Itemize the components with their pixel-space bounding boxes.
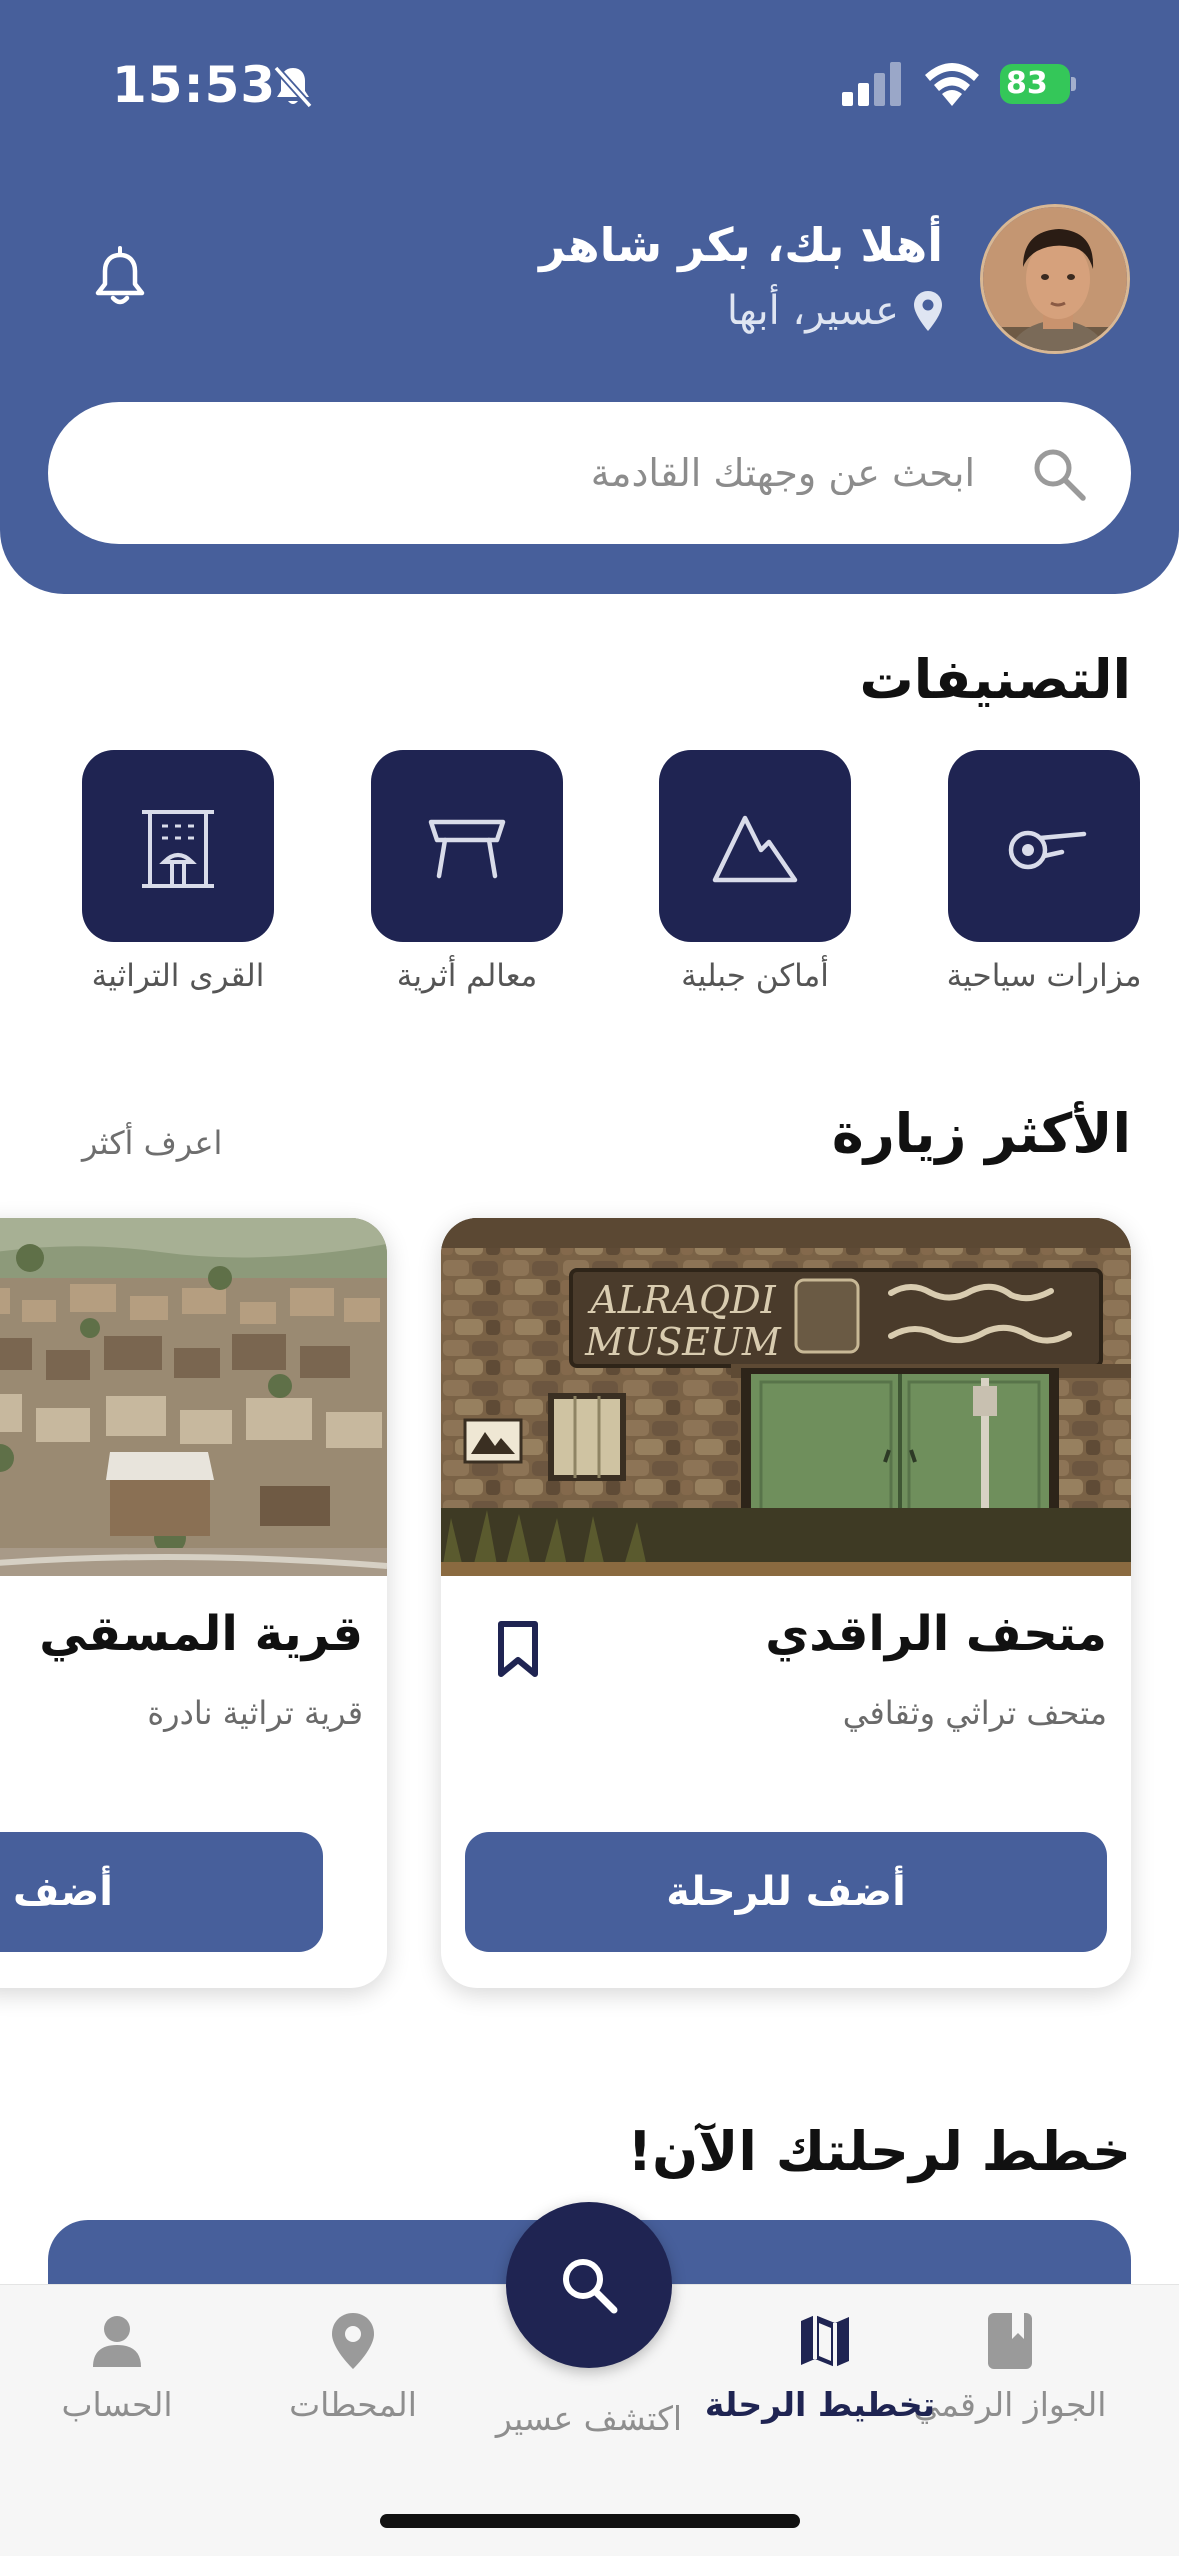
learn-more-link[interactable]: اعرف أكثر bbox=[82, 1124, 222, 1162]
tab-trip-planning[interactable]: تخطيط الرحلة bbox=[704, 2311, 935, 2424]
category-mountains[interactable] bbox=[659, 750, 851, 942]
cellular-signal-icon bbox=[842, 62, 901, 106]
search-icon bbox=[563, 2259, 618, 2314]
most-visited-title: الأكثر زيارة bbox=[831, 1102, 1131, 1165]
notification-bell-icon[interactable] bbox=[92, 246, 148, 308]
place-card[interactable]: قرية المسقي قرية تراثية نادرة أضف للرحلة bbox=[0, 1218, 387, 1988]
category-label: معالم أثرية bbox=[396, 958, 538, 994]
place-card[interactable]: ALRAQDI MUSEUM متحف الراقدي متحف تراثي و… bbox=[441, 1218, 1131, 1988]
place-image bbox=[0, 1218, 387, 1576]
tab-label: تخطيط الرحلة bbox=[704, 2385, 935, 2424]
discover-search-button[interactable] bbox=[506, 2202, 672, 2368]
category-heritage-villages[interactable] bbox=[82, 750, 274, 942]
add-to-trip-button[interactable]: أضف للرحلة bbox=[465, 1832, 1107, 1952]
tab-label: الحساب bbox=[61, 2385, 173, 2424]
tab-label: اكتشف عسير bbox=[495, 2399, 683, 2438]
bookmark-icon[interactable] bbox=[495, 1620, 541, 1680]
battery-cap bbox=[1071, 77, 1076, 91]
avatar[interactable] bbox=[980, 204, 1130, 354]
place-subtitle: قرية تراثية نادرة bbox=[147, 1694, 363, 1732]
silent-mode-icon bbox=[273, 65, 313, 109]
person-icon bbox=[93, 2316, 141, 2367]
heritage-village-icon bbox=[142, 810, 214, 888]
category-landmarks[interactable] bbox=[371, 750, 563, 942]
category-label: مزارات سياحية bbox=[946, 958, 1142, 994]
tab-account[interactable]: الحساب bbox=[7, 2311, 227, 2424]
category-label: القرى التراثية bbox=[91, 958, 265, 994]
passport-icon bbox=[988, 2313, 1032, 2369]
search-icon bbox=[1034, 449, 1086, 501]
place-image: ALRAQDI MUSEUM bbox=[441, 1218, 1131, 1576]
search-bar[interactable] bbox=[48, 402, 1131, 544]
user-location[interactable]: عسير، أبها bbox=[727, 288, 943, 334]
tab-stations[interactable]: المحطات bbox=[243, 2311, 463, 2424]
museum-sign-text: ALRAQDI bbox=[587, 1278, 776, 1322]
mountain-icon bbox=[712, 815, 798, 883]
location-text: عسير، أبها bbox=[726, 288, 899, 334]
plan-trip-title: خطط لرحلتك الآن! bbox=[627, 2120, 1131, 2183]
museum-sign-text: MUSEUM bbox=[584, 1320, 782, 1364]
home-indicator[interactable] bbox=[380, 2514, 800, 2528]
map-icon bbox=[801, 2315, 849, 2367]
place-name: متحف الراقدي bbox=[765, 1606, 1107, 1662]
location-pin-icon bbox=[914, 291, 942, 331]
place-name: قرية المسقي bbox=[39, 1606, 363, 1662]
battery-icon: 83 bbox=[1000, 64, 1076, 104]
search-input[interactable] bbox=[275, 436, 975, 510]
add-to-trip-button[interactable]: أضف للرحلة bbox=[0, 1832, 323, 1952]
museum-photo: ALRAQDI MUSEUM bbox=[441, 1218, 1131, 1576]
category-tourist-spots[interactable] bbox=[948, 750, 1140, 942]
landmark-icon bbox=[428, 819, 506, 879]
avatar-portrait bbox=[983, 207, 1127, 351]
categories-title: التصنيفات bbox=[859, 648, 1131, 711]
status-time: 15:53 bbox=[112, 56, 277, 114]
tourist-spots-icon bbox=[1008, 830, 1087, 870]
battery-level: 83 bbox=[1000, 64, 1070, 104]
category-label: أماكن جبلية bbox=[681, 958, 829, 994]
village-photo bbox=[0, 1218, 387, 1576]
greeting-text: أهلا بك، بكر شاهر bbox=[539, 218, 943, 272]
tab-label: المحطات bbox=[289, 2385, 417, 2424]
place-subtitle: متحف تراثي وثقافي bbox=[842, 1694, 1107, 1732]
header: 15:53 83 أهلا بك، بكر شاهر عسير، أبها bbox=[0, 0, 1179, 594]
location-pin-icon bbox=[332, 2313, 374, 2369]
wifi-icon bbox=[925, 63, 979, 106]
